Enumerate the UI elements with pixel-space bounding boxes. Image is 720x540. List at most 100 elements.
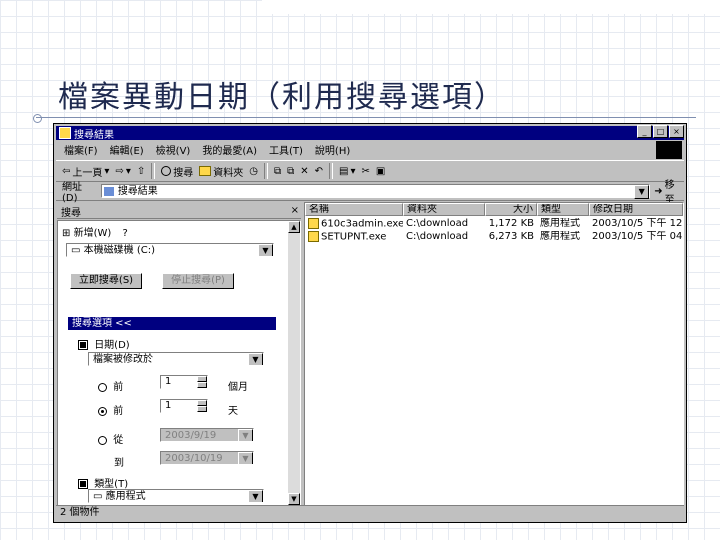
title-rule-dot xyxy=(33,114,42,123)
stop-search-button[interactable]: 停止搜尋(P) xyxy=(162,273,234,289)
file-size: 1,172 KB xyxy=(488,218,534,229)
menu-help[interactable]: 說明(H) xyxy=(315,142,350,157)
copy-to-icon: ⧉ xyxy=(287,165,295,177)
days-radio-row[interactable]: 前 xyxy=(98,402,123,417)
help-icon[interactable]: ? xyxy=(122,228,127,239)
months-value: 1 xyxy=(165,376,172,387)
to-date-picker[interactable]: 2003/10/19 ▼ xyxy=(160,451,254,465)
look-in-select[interactable]: ▭ 本機磁碟機 (C:) ▼ xyxy=(66,243,274,257)
column-type[interactable]: 類型 xyxy=(537,203,589,216)
views-button[interactable]: ▤ ▾ xyxy=(339,166,355,177)
days-spinner[interactable]: 1 xyxy=(160,399,208,413)
application-icon xyxy=(308,231,319,242)
minimize-button[interactable]: _ xyxy=(637,125,652,138)
menu-favorites[interactable]: 我的最愛(A) xyxy=(202,142,257,157)
spin-down-icon[interactable] xyxy=(197,406,207,412)
type-option-row[interactable]: 類型(T) xyxy=(78,475,128,490)
chevron-down-icon[interactable]: ▼ xyxy=(238,429,253,441)
search-pane-body: ⊞ 新增(W) ? ▭ 本機磁碟機 (C:) ▼ 立即搜尋(S) 停止搜尋(P)… xyxy=(57,220,301,506)
move-to-icon: ⧉ xyxy=(273,165,282,177)
months-radio-row[interactable]: 前 xyxy=(98,378,123,393)
months-unit: 個月 xyxy=(228,382,248,393)
folder-icon xyxy=(199,166,212,176)
file-name: 610c3admin.exe xyxy=(321,218,403,230)
scroll-up-icon[interactable]: ▲ xyxy=(288,221,300,233)
menu-bar: 檔案(F) 編輯(E) 檢視(V) 我的最愛(A) 工具(T) 說明(H) xyxy=(56,141,684,157)
status-bar: 2 個物件 xyxy=(56,505,684,520)
results-column-header: 名稱 資料夾 大小 類型 修改日期 xyxy=(305,203,683,216)
between-radio-row[interactable]: 從 xyxy=(98,431,123,446)
windows-logo xyxy=(656,141,682,159)
days-radio[interactable] xyxy=(98,406,107,416)
from-date-picker[interactable]: 2003/9/19 ▼ xyxy=(160,428,254,442)
file-modified: 2003/10/5 下午 12:16 xyxy=(592,218,683,229)
date-checkbox[interactable] xyxy=(78,340,88,350)
date-option-row[interactable]: 日期(D) xyxy=(78,336,130,351)
table-row[interactable]: SETUPNT.exe C:\download 6,273 KB 應用程式 20… xyxy=(305,231,683,243)
menu-tools[interactable]: 工具(T) xyxy=(269,142,303,157)
to-label: 到 xyxy=(114,458,124,469)
close-icon[interactable]: × xyxy=(291,205,299,216)
months-radio-label: 前 xyxy=(113,382,124,393)
folders-button[interactable]: 資料夾 xyxy=(199,164,243,179)
up-folder-icon: ⇧ xyxy=(136,165,146,177)
undo-button[interactable]: ↶ xyxy=(315,166,323,177)
spin-down-icon[interactable] xyxy=(197,382,207,388)
close-button[interactable]: × xyxy=(669,125,684,138)
search-options-header[interactable]: 搜尋選項 << xyxy=(68,317,276,330)
months-radio[interactable] xyxy=(98,382,107,392)
type-checkbox[interactable] xyxy=(78,479,88,489)
file-type: 應用程式 xyxy=(540,231,580,242)
date-type-select[interactable]: 檔案被修改於 ▼ xyxy=(88,352,264,366)
menu-edit[interactable]: 編輯(E) xyxy=(110,142,144,157)
new-search-icon: ⊞ xyxy=(62,228,71,239)
new-search-button[interactable]: 新增(W) xyxy=(74,228,112,239)
address-bar: 網址(D) 搜尋結果 ▼ ➜ 移至 xyxy=(56,180,684,206)
between-radio[interactable] xyxy=(98,435,107,445)
address-input[interactable]: 搜尋結果 ▼ xyxy=(100,184,651,199)
views-icon: ▤ xyxy=(339,165,349,177)
address-value: 搜尋結果 xyxy=(117,186,158,197)
maximize-button[interactable]: □ xyxy=(653,125,668,138)
column-name[interactable]: 名稱 xyxy=(305,203,403,216)
search-pane: 搜尋 × ⊞ 新增(W) ? ▭ 本機磁碟機 (C:) ▼ 立即搜尋(S) 停止… xyxy=(57,204,301,506)
column-modified[interactable]: 修改日期 xyxy=(589,203,683,216)
delete-button[interactable]: ✕ xyxy=(300,166,308,177)
history-button[interactable]: ◷ xyxy=(249,166,258,177)
menu-file[interactable]: 檔案(F) xyxy=(64,142,98,157)
search-pane-scrollbar[interactable]: ▲ ▼ xyxy=(288,221,300,505)
chevron-down-icon[interactable]: ▼ xyxy=(634,185,650,199)
slide-top-band xyxy=(262,0,720,14)
chevron-down-icon[interactable]: ▼ xyxy=(248,353,263,365)
column-size[interactable]: 大小 xyxy=(485,203,537,216)
scroll-down-icon[interactable]: ▼ xyxy=(288,493,300,505)
up-button[interactable]: ⇧ xyxy=(137,166,145,177)
forward-arrow-icon: ⇨ xyxy=(115,165,124,177)
file-type-select[interactable]: ▭ 應用程式 ▼ xyxy=(88,489,264,503)
toolbar: ⇦ 上一頁 ▾ ⇨ ▾ ⇧ 搜尋 資料夾 ◷ ⧉ ⧉ ✕ ↶ ▤ ▾ ✂ ▣ xyxy=(56,160,684,182)
chevron-down-icon[interactable]: ▼ xyxy=(248,490,263,502)
table-row[interactable]: 610c3admin.exe C:\download 1,172 KB 應用程式… xyxy=(305,218,683,230)
application-icon xyxy=(308,218,319,229)
file-modified: 2003/10/5 下午 04:03 xyxy=(592,231,683,242)
properties-button[interactable]: ▣ xyxy=(376,166,385,177)
look-in-value: 本機磁碟機 (C:) xyxy=(83,245,155,256)
toolbar-separator xyxy=(263,163,268,179)
search-pane-title: 搜尋 xyxy=(61,208,81,219)
properties-icon: ▣ xyxy=(375,165,386,177)
search-button[interactable]: 搜尋 xyxy=(161,164,193,179)
back-button[interactable]: ⇦ 上一頁 ▾ xyxy=(62,164,109,179)
cut-button[interactable]: ✂ xyxy=(362,166,370,177)
file-type: 應用程式 xyxy=(540,218,580,229)
search-pane-header: 搜尋 × xyxy=(57,204,301,219)
chevron-down-icon[interactable]: ▼ xyxy=(238,452,253,464)
chevron-down-icon[interactable]: ▼ xyxy=(258,244,273,256)
move-to-button[interactable]: ⧉ xyxy=(274,166,281,177)
months-spinner[interactable]: 1 xyxy=(160,375,208,389)
search-now-button[interactable]: 立即搜尋(S) xyxy=(70,273,142,289)
forward-button[interactable]: ⇨ ▾ xyxy=(115,166,130,177)
menu-view[interactable]: 檢視(V) xyxy=(156,142,191,157)
days-value: 1 xyxy=(165,400,172,411)
column-folder[interactable]: 資料夾 xyxy=(403,203,485,216)
copy-to-button[interactable]: ⧉ xyxy=(287,166,294,177)
